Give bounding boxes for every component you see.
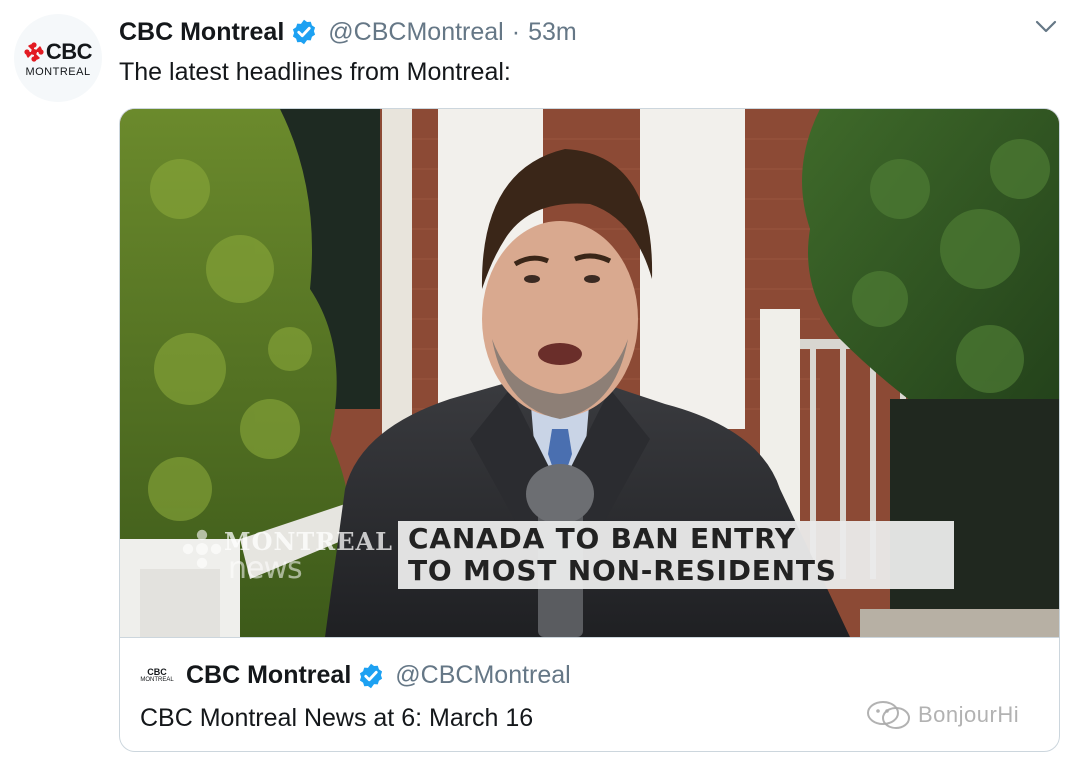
- avatar-brand: CBC: [45, 38, 93, 64]
- headline-line-2: TO MOST NON-RESIDENTS: [408, 554, 837, 587]
- verified-badge-icon: [293, 19, 316, 45]
- handle[interactable]: @CBCMontreal: [328, 18, 503, 47]
- cbc-gem-icon: [182, 529, 222, 569]
- montreal-news-logo: MONTREAL news: [182, 527, 392, 587]
- watermark-text: BonjourHi: [918, 702, 1020, 727]
- tweet-header: CBC Montreal @CBCMontreal · 53m: [119, 16, 577, 48]
- logo-news: news: [228, 551, 303, 586]
- verified-badge-icon: [360, 663, 383, 688]
- avatar-city: MONTREAL: [25, 65, 91, 78]
- headline-line-1: CANADA TO BAN ENTRY: [408, 522, 796, 555]
- quoted-display-name[interactable]: CBC Montreal: [186, 661, 351, 690]
- video-thumbnail[interactable]: MONTREAL news CANADA TO BAN ENTRY TO MOS…: [120, 109, 1059, 637]
- chevron-down-icon[interactable]: [1034, 18, 1058, 36]
- display-name[interactable]: CBC Montreal: [119, 18, 284, 47]
- link-card[interactable]: MONTREAL news CANADA TO BAN ENTRY TO MOS…: [119, 108, 1060, 752]
- avatar-logo: CBC: [24, 38, 93, 65]
- avatar[interactable]: CBC MONTREAL: [14, 14, 102, 102]
- quoted-text: CBC Montreal News at 6: March 16: [140, 704, 534, 732]
- timestamp[interactable]: 53m: [528, 18, 577, 47]
- headline-lower-third: CANADA TO BAN ENTRY TO MOST NON-RESIDENT…: [398, 521, 954, 589]
- quoted-header: CBC MONTREAL CBC Montreal @CBCMontreal: [140, 661, 570, 690]
- quoted-logo-city: MONTREAL: [140, 677, 174, 683]
- quoted-tweet[interactable]: CBC MONTREAL CBC Montreal @CBCMontreal C…: [120, 637, 1059, 751]
- separator: ·: [511, 17, 521, 46]
- cbc-gem-icon: [24, 41, 44, 62]
- quoted-handle[interactable]: @CBCMontreal: [395, 661, 570, 690]
- wechat-icon: [867, 701, 910, 729]
- watermark: BonjourHi: [866, 700, 1019, 730]
- tweet-text: The latest headlines from Montreal:: [119, 58, 511, 86]
- quoted-avatar: CBC MONTREAL: [140, 665, 174, 687]
- quoted-logo-brand: CBC: [147, 667, 167, 677]
